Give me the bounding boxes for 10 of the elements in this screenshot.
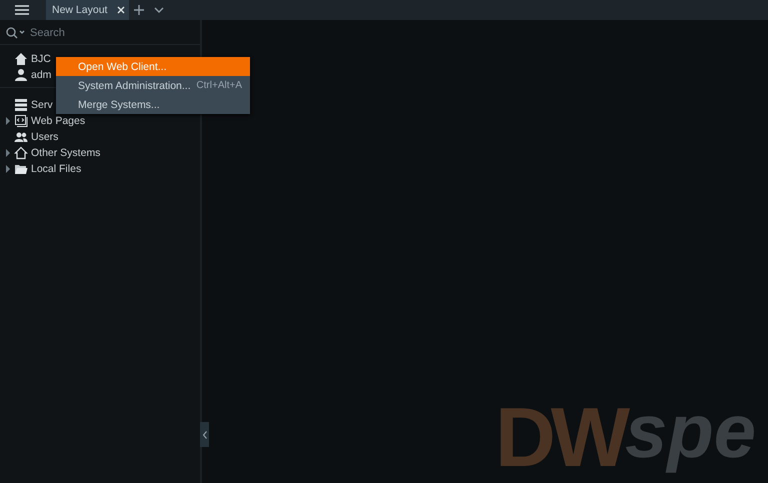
tree-item-label: Serv <box>31 99 53 111</box>
tree-item-label: Web Pages <box>31 115 86 127</box>
shortcut-label: Ctrl+Alt+A <box>196 80 242 91</box>
tree-item-label: Local Files <box>31 163 82 175</box>
tree-item-label: Other Systems <box>31 147 100 159</box>
tree-item-label: adm <box>31 69 52 81</box>
tree-item-label: Users <box>31 131 58 143</box>
logo-text: spe <box>625 388 757 476</box>
logo-mark: DW <box>495 395 626 479</box>
tree-item-label: BJC <box>31 53 51 65</box>
